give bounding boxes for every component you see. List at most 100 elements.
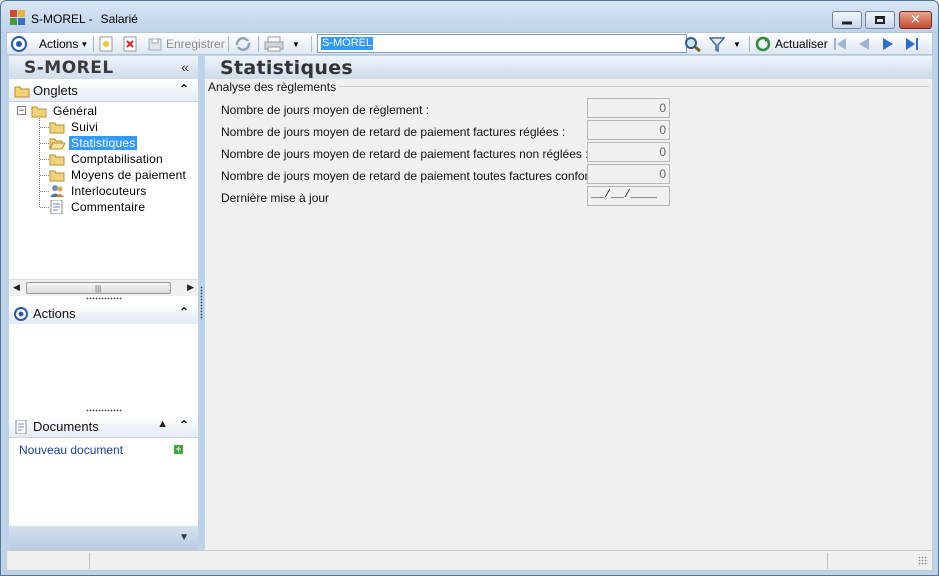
next-icon <box>883 38 893 50</box>
previous-record-button[interactable] <box>856 35 872 53</box>
actions-section-header[interactable]: Actions ⌃ <box>9 303 198 325</box>
folder-icon <box>49 170 65 182</box>
printer-icon <box>264 36 284 52</box>
maximize-icon <box>875 16 885 24</box>
folder-open-icon <box>49 138 65 150</box>
field-label: Nombre de jours moyen de règlement : <box>221 103 430 117</box>
search-input-value: S-MOREL <box>321 37 374 50</box>
add-document-icon[interactable]: + <box>174 445 183 454</box>
scroll-up-icon[interactable]: ▲ <box>157 418 168 430</box>
next-record-button[interactable] <box>880 35 896 53</box>
actions-menu-button[interactable]: Actions ▼ <box>39 35 88 53</box>
save-button[interactable]: Enregistrer <box>147 35 225 53</box>
print-button[interactable]: ▼ <box>264 35 300 53</box>
close-button[interactable]: ✕ <box>899 11 932 29</box>
refresh-label: Actualiser <box>775 37 828 51</box>
close-icon: ✕ <box>910 12 921 28</box>
last-update-date-field: __/__/____ <box>587 186 670 206</box>
delete-icon <box>123 36 137 52</box>
left-panel-footer: ▼ <box>9 526 198 550</box>
tree-item-label: Moyens de paiement <box>71 168 186 182</box>
document-icon <box>15 420 27 434</box>
filter-icon <box>709 37 725 52</box>
actions-menu-label: Actions <box>39 37 79 51</box>
window-title-record: S-MOREL - <box>31 12 93 26</box>
tree-horizontal-scrollbar[interactable]: ◀ ||| ▶ <box>9 279 198 296</box>
scrollbar-thumb[interactable]: ||| <box>26 282 171 294</box>
resize-grip-icon[interactable] <box>918 556 928 566</box>
search-input[interactable]: S-MOREL <box>317 34 687 53</box>
new-button[interactable] <box>99 35 113 53</box>
search-button[interactable] <box>684 35 702 53</box>
collapse-panel-icon[interactable]: « <box>181 59 189 75</box>
maximize-button[interactable] <box>865 11 895 29</box>
field-label: Nombre de jours moyen de retard de paiem… <box>221 125 566 139</box>
avg-delay-unpaid-field: 0 <box>587 142 670 162</box>
tree-item-label: Commentaire <box>71 200 146 214</box>
tree-item-label: Général <box>53 104 98 118</box>
refresh-button[interactable]: Actualiser <box>755 35 828 53</box>
tree-item-general[interactable]: Général <box>31 103 99 119</box>
note-icon <box>50 200 63 214</box>
status-bar-divider <box>89 553 90 569</box>
tree-item-commentaire[interactable]: Commentaire <box>49 199 147 215</box>
collapse-section-icon[interactable]: ⌃ <box>179 82 189 96</box>
splitter-handle[interactable] <box>86 409 122 412</box>
refresh-icon <box>755 36 771 52</box>
tabs-section-title: Onglets <box>33 83 78 98</box>
tree-item-label: Comptabilisation <box>71 152 163 166</box>
filter-button[interactable]: ▼ <box>709 35 741 53</box>
save-icon <box>148 38 162 51</box>
contacts-icon <box>50 185 64 197</box>
avg-delay-paid-field: 0 <box>587 120 670 140</box>
tabs-section-header[interactable]: Onglets ⌃ <box>9 80 198 102</box>
grip-icon: ||| <box>95 284 102 293</box>
window-title-type: Salarié <box>100 12 138 26</box>
last-record-button[interactable] <box>904 35 920 53</box>
vertical-splitter-handle[interactable] <box>200 286 203 320</box>
tree-item-comptabilisation[interactable]: Comptabilisation <box>49 151 165 167</box>
first-icon <box>834 38 846 50</box>
splitter-handle[interactable] <box>86 297 122 300</box>
chevron-down-icon[interactable]: ▼ <box>179 532 189 543</box>
previous-icon <box>859 38 869 50</box>
scroll-right-icon[interactable]: ▶ <box>187 282 194 293</box>
field-label: Dernière mise à jour <box>221 191 330 205</box>
field-label: Nombre de jours moyen de retard de paiem… <box>221 147 589 161</box>
tree-item-moyens-de-paiement[interactable]: Moyens de paiement <box>49 167 188 183</box>
folder-icon <box>49 122 65 134</box>
avg-delay-all-field: 0 <box>587 164 670 184</box>
avg-payment-days-field: 0 <box>587 98 670 118</box>
tree-item-interlocuteurs[interactable]: Interlocuteurs <box>49 183 149 199</box>
print-dropdown-icon[interactable]: ▼ <box>292 40 300 49</box>
record-menu-button[interactable] <box>11 35 27 53</box>
target-icon <box>14 307 28 321</box>
left-panel-header: S-MOREL « <box>9 56 198 79</box>
tree-item-label: Statistiques <box>69 136 138 150</box>
save-label: Enregistrer <box>166 37 225 51</box>
filter-dropdown-icon[interactable]: ▼ <box>733 40 741 49</box>
actions-section-title: Actions <box>33 306 76 321</box>
minimize-button[interactable] <box>832 11 862 29</box>
first-record-button[interactable] <box>832 35 848 53</box>
folder-open-icon <box>31 106 47 118</box>
main-panel: Statistiques Analyse des règlements Nomb… <box>205 56 932 550</box>
group-title: Analyse des règlements <box>208 80 340 94</box>
tree-item-statistiques[interactable]: Statistiques <box>49 135 138 151</box>
title-bar[interactable]: S-MOREL - Salarié ✕ <box>1 1 938 31</box>
status-bar-divider <box>827 553 828 569</box>
field-label: Nombre de jours moyen de retard de paiem… <box>221 169 624 183</box>
tree-expander-icon[interactable]: − <box>17 106 26 115</box>
sync-button[interactable] <box>234 35 252 53</box>
page-title: Statistiques <box>220 57 354 79</box>
collapse-section-icon[interactable]: ⌃ <box>179 418 189 432</box>
delete-button[interactable] <box>123 35 137 53</box>
tree-item-label: Suivi <box>71 120 99 134</box>
sync-icon <box>235 37 251 51</box>
documents-section-title: Documents <box>33 419 99 434</box>
documents-section-header[interactable]: Documents ▲ ⌃ <box>9 416 198 438</box>
scroll-left-icon[interactable]: ◀ <box>13 282 20 293</box>
new-document-link[interactable]: Nouveau document <box>19 443 123 457</box>
tree-item-suivi[interactable]: Suivi <box>49 119 100 135</box>
collapse-section-icon[interactable]: ⌃ <box>179 305 189 319</box>
